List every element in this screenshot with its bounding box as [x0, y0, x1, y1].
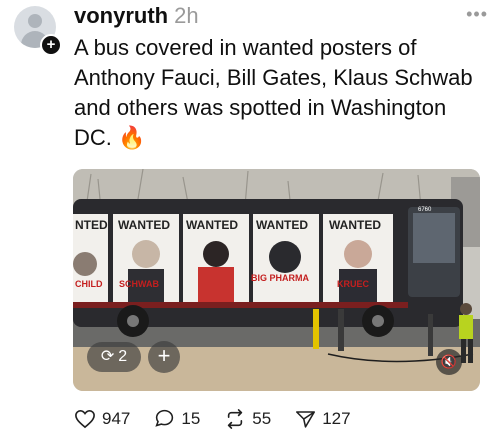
heart-icon — [75, 409, 95, 428]
poster-bottom-5: KRUEC — [337, 279, 370, 289]
more-options-icon[interactable]: ••• — [466, 4, 488, 25]
poster-label-4: WANTED — [256, 218, 308, 232]
repost-icon — [228, 408, 243, 429]
like-count: 947 — [102, 408, 131, 428]
poster-label-5: WANTED — [329, 218, 381, 232]
poster-bottom-1: CHILD — [75, 279, 103, 289]
reply-count: 15 — [181, 408, 201, 428]
media-add-button[interactable]: + — [148, 341, 180, 373]
like-button[interactable]: 947 — [74, 409, 130, 429]
reply-button[interactable]: 15 — [154, 408, 200, 429]
poster-bottom-2: SCHWAB — [119, 279, 159, 289]
mute-icon[interactable]: 🔇 — [436, 349, 462, 375]
repost-count: 55 — [252, 408, 272, 428]
share-count: 127 — [322, 408, 351, 428]
poster-label-3: WANTED — [186, 218, 238, 232]
poster-label-1: NTED — [75, 218, 108, 232]
post-actions: 947 15 55 127 — [74, 408, 375, 429]
share-button[interactable]: 127 — [295, 408, 351, 429]
media-repost-button[interactable]: ⟳ 2 — [87, 342, 141, 372]
poster-bottom-4: BIG PHARMA — [251, 273, 309, 283]
follow-plus-icon[interactable]: + — [40, 34, 62, 56]
bus-number: 6760 — [418, 207, 432, 213]
comment-icon — [155, 409, 174, 427]
post-header: vonyruth 2h — [74, 3, 199, 29]
username[interactable]: vonyruth — [74, 3, 168, 28]
send-icon — [296, 410, 316, 428]
repost-icon: ⟳ — [100, 348, 115, 365]
avatar[interactable]: + — [14, 6, 62, 56]
media-repost-count: 2 — [118, 348, 128, 365]
poster-label-2: WANTED — [118, 218, 170, 232]
repost-button[interactable]: 55 — [224, 409, 271, 429]
post-time: 2h — [174, 3, 199, 28]
post-caption: A bus covered in wanted posters of Antho… — [74, 35, 473, 150]
